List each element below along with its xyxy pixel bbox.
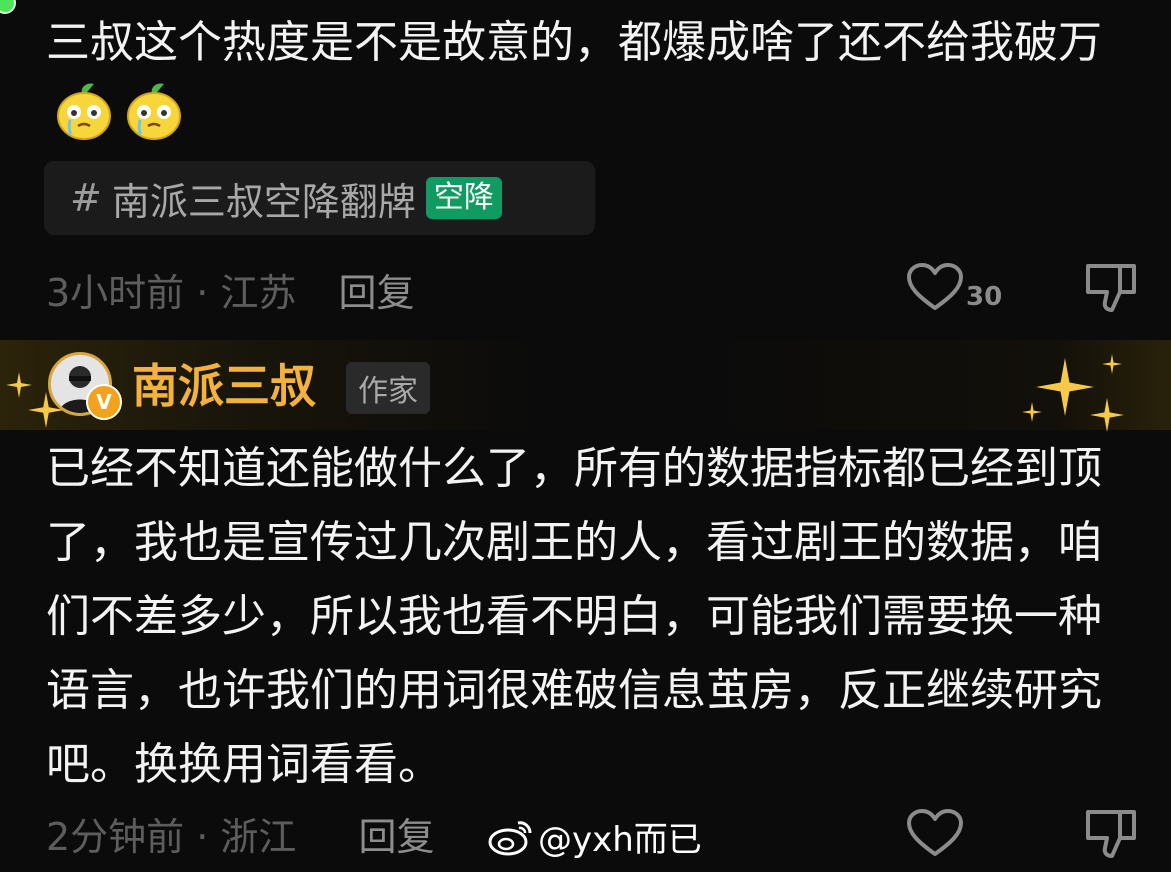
topic-label: 南派三叔空降翻牌 bbox=[111, 179, 416, 224]
time-location: 3小时前 · 江苏 bbox=[46, 271, 297, 315]
thumbs-down-icon bbox=[1086, 810, 1136, 858]
thumbs-down-icon bbox=[1086, 264, 1136, 312]
weibo-logo-icon bbox=[488, 820, 532, 855]
verified-badge-icon: V bbox=[86, 384, 122, 420]
like-button[interactable]: 30 bbox=[906, 262, 1002, 312]
comment-text: 三叔这个热度是不是故意的，都爆成啥了还不给我破万 bbox=[46, 6, 1126, 167]
author-row: V 南派三叔 作家 bbox=[0, 340, 1171, 432]
like-button[interactable] bbox=[906, 808, 964, 858]
heart-icon bbox=[907, 809, 963, 856]
role-tag: 作家 bbox=[346, 362, 430, 414]
like-count: 30 bbox=[966, 282, 1003, 312]
author-name[interactable]: 南派三叔 bbox=[132, 350, 316, 416]
dislike-button[interactable] bbox=[1082, 808, 1140, 866]
comment-meta: 2分钟前 · 浙江 回复 bbox=[46, 806, 435, 861]
comment-meta: 3小时前 · 江苏 回复 bbox=[46, 262, 415, 317]
dislike-button[interactable] bbox=[1082, 262, 1140, 320]
crying-lemon-emoji-icon bbox=[122, 80, 186, 167]
online-status-dot bbox=[0, 0, 16, 14]
heart-icon bbox=[907, 263, 963, 310]
watermark: @yxh而已 bbox=[488, 812, 702, 861]
sparkle-icon bbox=[1090, 398, 1124, 432]
reply-button[interactable]: 回复 bbox=[339, 271, 415, 315]
crying-lemon-emoji-icon bbox=[52, 80, 116, 167]
sparkle-icon bbox=[1022, 402, 1042, 422]
comment-text: 已经不知道还能做什么了，所有的数据指标都已经到顶了，我也是宣传过几次剧王的人，看… bbox=[46, 443, 1102, 790]
time-location: 2分钟前 · 浙江 bbox=[46, 815, 297, 859]
sparkle-icon bbox=[1102, 354, 1122, 374]
hash-icon: # bbox=[70, 176, 102, 220]
topic-badge: 空降 bbox=[425, 177, 502, 219]
watermark-text: @yxh而已 bbox=[538, 820, 702, 860]
sparkle-icon bbox=[1036, 358, 1094, 416]
reply-button[interactable]: 回复 bbox=[359, 815, 435, 859]
topic-tag[interactable]: # 南派三叔空降翻牌 空降 bbox=[44, 161, 595, 235]
